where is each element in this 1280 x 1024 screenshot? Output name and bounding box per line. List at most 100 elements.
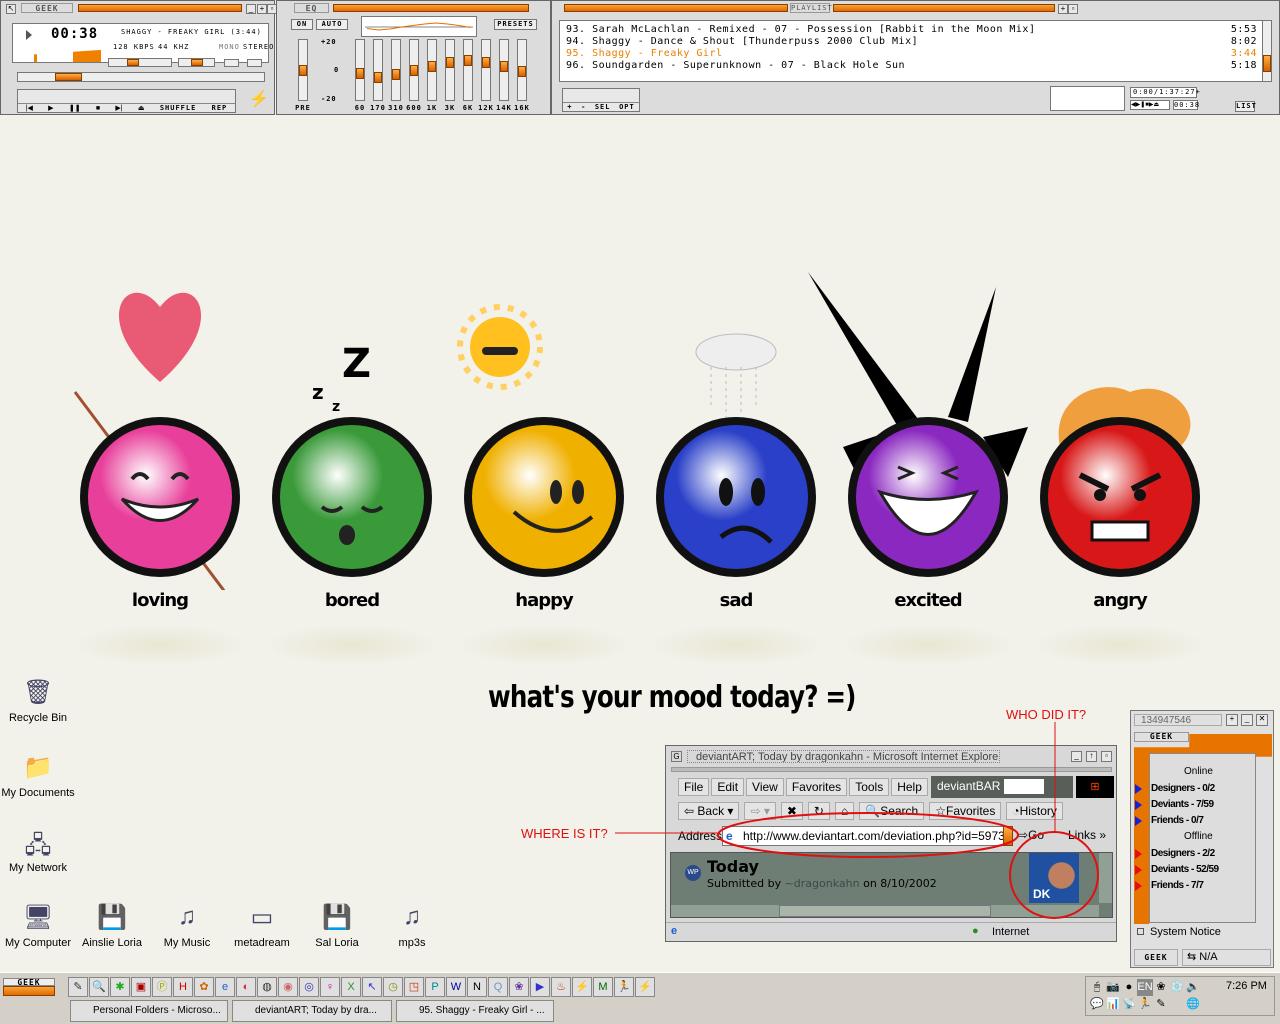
buddy-add-button[interactable]: +: [1226, 714, 1238, 726]
quick-launch-icon-23[interactable]: ♨: [551, 977, 571, 997]
tray-icon-0[interactable]: 🖰: [1089, 979, 1105, 996]
winamp-titlebar[interactable]: [78, 4, 242, 12]
expand-arrow-icon[interactable]: [1135, 865, 1142, 875]
eq-band-12K-knob[interactable]: [482, 57, 490, 69]
transport-button-1[interactable]: ▶: [48, 104, 53, 112]
eq-band-16K[interactable]: [517, 39, 527, 101]
eq-band-14K-knob[interactable]: [500, 60, 508, 72]
buddy-group[interactable]: Friends - 7/7: [1135, 878, 1265, 894]
expand-arrow-icon[interactable]: [1135, 881, 1142, 891]
playlist-button-2[interactable]: SEL: [595, 103, 611, 111]
taskbar-task-1[interactable]: deviantART; Today by dra...: [232, 1000, 392, 1022]
quick-launch-icon-4[interactable]: Ⓟ: [152, 977, 172, 997]
start-button[interactable]: GEEK: [3, 978, 55, 998]
buddy-minimize-button[interactable]: _: [1241, 714, 1253, 726]
balance-slider[interactable]: [178, 58, 215, 67]
playlist-shade-button[interactable]: +: [1058, 4, 1068, 14]
tray-icon-2[interactable]: ●: [1121, 979, 1137, 996]
forward-button[interactable]: ⇨ ▾: [744, 802, 776, 820]
transport-button-3[interactable]: ■: [96, 104, 100, 112]
quick-launch-icon-7[interactable]: e: [215, 977, 235, 997]
quick-launch-icon-2[interactable]: ✱: [110, 977, 130, 997]
expand-arrow-icon[interactable]: [1135, 784, 1142, 794]
eq-band-60-knob[interactable]: [356, 68, 364, 80]
links-button[interactable]: Links »: [1068, 828, 1106, 842]
menu-edit[interactable]: Edit: [711, 778, 745, 796]
volume-slider[interactable]: [108, 58, 172, 67]
buddy-geek-button[interactable]: GEEK: [1134, 949, 1178, 966]
eq-band-600[interactable]: [409, 39, 419, 101]
eq-band-170-knob[interactable]: [374, 71, 382, 83]
quick-launch-icon-6[interactable]: ✿: [194, 977, 214, 997]
eq-band-310-knob[interactable]: [392, 69, 400, 81]
quick-launch-icon-9[interactable]: ◍: [257, 977, 277, 997]
winamp-menu-button[interactable]: ↖: [6, 4, 16, 14]
tray-icon-4[interactable]: ❀: [1153, 979, 1169, 996]
transport-button-2[interactable]: ❚❚: [69, 104, 81, 112]
quick-launch-icon-24[interactable]: ⚡: [572, 977, 592, 997]
menu-file[interactable]: File: [678, 778, 710, 796]
buddy-group[interactable]: Deviants - 7/59: [1135, 797, 1265, 813]
tray-icon-13[interactable]: 🌐: [1185, 996, 1201, 1013]
playlist-list[interactable]: 93. Sarah McLachlan - Remixed - 07 - Pos…: [559, 20, 1264, 82]
eq-band-1K[interactable]: [427, 39, 437, 101]
shade-button[interactable]: +: [257, 4, 267, 14]
horizontal-scrollbar[interactable]: [671, 905, 1099, 917]
menu-favorites[interactable]: Favorites: [785, 778, 848, 796]
eq-auto-button[interactable]: AUTO: [316, 19, 348, 30]
preamp-slider[interactable]: [298, 39, 308, 101]
refresh-button[interactable]: ↻: [807, 802, 830, 820]
buddy-group[interactable]: Designers - 2/2: [1135, 846, 1265, 862]
eq-band-310[interactable]: [391, 39, 401, 101]
desktop-icon-metadream[interactable]: ▭ metadream: [224, 903, 300, 949]
address-dropdown-button[interactable]: [1003, 826, 1013, 846]
quick-launch-icon-21[interactable]: ❀: [509, 977, 529, 997]
quick-launch-icon-12[interactable]: ♀: [320, 977, 340, 997]
favorites-button[interactable]: ☆Favorites: [929, 802, 1002, 820]
transport-button-5[interactable]: ⏏: [138, 104, 145, 112]
buddy-status-button[interactable]: ⇆ N/A: [1182, 949, 1271, 966]
playlist-close-button[interactable]: ▫: [1068, 4, 1078, 14]
address-bar[interactable]: e http://www.deviantart.com/deviation.ph…: [722, 826, 1012, 846]
eq-on-button[interactable]: ON: [291, 19, 313, 30]
tray-icon-7[interactable]: 💬: [1089, 996, 1105, 1013]
taskbar-task-0[interactable]: Personal Folders - Microso...: [70, 1000, 228, 1022]
menu-view[interactable]: View: [746, 778, 784, 796]
transport-button-0[interactable]: |◀: [26, 104, 33, 112]
quick-launch-icon-16[interactable]: ◳: [404, 977, 424, 997]
eq-presets-button[interactable]: PRESETS: [494, 19, 537, 30]
history-button[interactable]: ◔History: [1006, 802, 1063, 820]
expand-arrow-icon[interactable]: [1135, 800, 1142, 810]
vertical-scrollbar[interactable]: [1099, 853, 1112, 903]
tray-icon-8[interactable]: 📊: [1105, 996, 1121, 1013]
playlist-button-1[interactable]: -: [581, 103, 586, 111]
quick-launch-icon-13[interactable]: X: [341, 977, 361, 997]
ie-close-button[interactable]: ▫: [1101, 751, 1112, 762]
desktop-icon-my-computer[interactable]: 🖥 My Computer: [0, 903, 76, 949]
eq-band-12K[interactable]: [481, 39, 491, 101]
playlist-item[interactable]: 93. Sarah McLachlan - Remixed - 07 - Pos…: [566, 24, 1257, 36]
quick-launch-icon-0[interactable]: ✎: [68, 977, 88, 997]
expand-arrow-icon[interactable]: [1135, 816, 1142, 826]
tray-icon-5[interactable]: 💿: [1169, 979, 1185, 996]
quick-launch-icon-11[interactable]: ◎: [299, 977, 319, 997]
eq-band-16K-knob[interactable]: [518, 65, 526, 77]
minimize-button[interactable]: _: [246, 4, 256, 14]
eq-band-1K-knob[interactable]: [428, 60, 436, 72]
preamp-slider-knob[interactable]: [299, 64, 307, 76]
desktop-icon-sal-loria[interactable]: 💾 Sal Loria: [299, 903, 375, 949]
ie-maximize-button[interactable]: ↑: [1086, 751, 1097, 762]
quick-launch-icon-27[interactable]: ⚡: [635, 977, 655, 997]
menu-tools[interactable]: Tools: [849, 778, 890, 796]
quick-launch-icon-20[interactable]: Q: [488, 977, 508, 997]
tray-icon-6[interactable]: 🔈: [1185, 979, 1201, 996]
eq-titlebar[interactable]: [333, 4, 529, 12]
tray-icon-1[interactable]: 📷: [1105, 979, 1121, 996]
playlist-item[interactable]: 95. Shaggy - Freaky Girl 3:44: [566, 48, 1257, 60]
desktop-icon-my-network[interactable]: 🖧 My Network: [0, 828, 76, 874]
buddy-group[interactable]: Designers - 0/2: [1135, 781, 1265, 797]
buddy-group[interactable]: Deviants - 52/59: [1135, 862, 1265, 878]
home-button[interactable]: ⌂: [834, 802, 855, 820]
desktop-icon-my-documents[interactable]: 📁 My Documents: [0, 753, 76, 799]
playlist-titlebar-left[interactable]: [564, 4, 788, 12]
